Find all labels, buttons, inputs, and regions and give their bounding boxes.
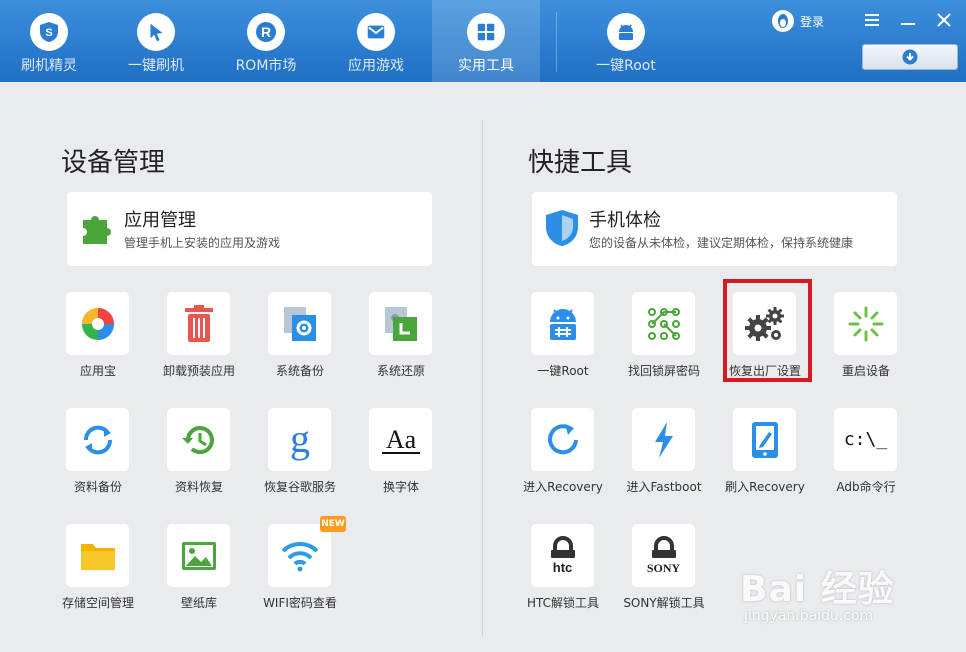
android-icon bbox=[607, 13, 645, 51]
svg-text:R: R bbox=[261, 24, 271, 40]
card-title: 应用管理 bbox=[124, 210, 196, 231]
grid-icon bbox=[467, 13, 505, 51]
shield-s-icon: S bbox=[30, 13, 68, 51]
download-button[interactable] bbox=[862, 44, 958, 70]
terminal-icon: c:\_ bbox=[834, 408, 897, 471]
tool-data-restore[interactable]: 资料恢复 bbox=[149, 408, 249, 508]
tool-recover-lock-password[interactable]: 找回锁屏密码 bbox=[614, 292, 714, 392]
tab-label: 一键刷机 bbox=[128, 58, 184, 74]
trash-icon bbox=[167, 292, 230, 355]
tool-one-click-root[interactable]: 一键Root bbox=[513, 292, 613, 392]
tab-one-click-flash[interactable]: 一键刷机 bbox=[106, 0, 206, 82]
puzzle-icon bbox=[77, 208, 117, 248]
pattern-lock-icon bbox=[632, 292, 695, 355]
tool-label: WIFI密码查看 bbox=[263, 596, 337, 610]
tool-wallpaper-library[interactable]: 壁纸库 bbox=[149, 524, 249, 624]
tab-shuaji-jingling[interactable]: S 刷机精灵 bbox=[0, 0, 98, 82]
tool-enter-recovery[interactable]: 进入Recovery bbox=[513, 408, 613, 508]
terminal-text: c:\_ bbox=[843, 429, 888, 450]
tool-system-backup[interactable]: 系统备份 bbox=[250, 292, 350, 392]
tab-one-click-root[interactable]: 一键Root bbox=[572, 0, 680, 82]
section-divider bbox=[482, 120, 483, 636]
tool-adb-command-line[interactable]: c:\_ Adb命令行 bbox=[816, 408, 916, 508]
app-management-card[interactable]: 应用管理 管理手机上安装的应用及游戏 bbox=[67, 192, 432, 266]
tab-divider bbox=[556, 12, 557, 72]
tool-sony-unlock[interactable]: SONY SONY解锁工具 bbox=[614, 524, 714, 624]
tool-wifi-password[interactable]: WIFI密码查看 bbox=[250, 524, 350, 624]
tool-data-backup[interactable]: 资料备份 bbox=[48, 408, 148, 508]
tool-label: 系统还原 bbox=[376, 364, 425, 378]
top-bar: S 刷机精灵 一键刷机 R ROM市场 应用游戏 实用工具 一键Root 登录 bbox=[0, 0, 966, 82]
htc-text: htc bbox=[552, 559, 573, 575]
r-logo-icon: R bbox=[247, 13, 285, 51]
tool-enter-fastboot[interactable]: 进入Fastboot bbox=[614, 408, 714, 508]
tab-rom-market[interactable]: R ROM市场 bbox=[216, 0, 316, 82]
watermark-brand: Bai 经验 bbox=[740, 569, 895, 610]
login-label: 登录 bbox=[800, 14, 825, 29]
tool-flash-recovery[interactable]: 刷入Recovery bbox=[715, 408, 815, 508]
tab-label: 刷机精灵 bbox=[21, 58, 77, 74]
card-title: 手机体检 bbox=[589, 210, 661, 231]
history-icon bbox=[167, 408, 230, 471]
tool-storage-management[interactable]: 存储空间管理 bbox=[48, 524, 148, 624]
baidu-jingyan-watermark: Bai 经验 jingyan.baidu.com bbox=[740, 548, 960, 638]
svg-text:g: g bbox=[290, 418, 310, 461]
tool-label: 换字体 bbox=[382, 480, 419, 494]
tab-label: 实用工具 bbox=[458, 58, 514, 74]
shield-check-icon bbox=[542, 208, 582, 248]
tool-uninstall-preinstalled[interactable]: 卸载预装应用 bbox=[149, 292, 249, 392]
image-icon bbox=[167, 524, 230, 587]
tool-change-font[interactable]: Aa 换字体 bbox=[351, 408, 451, 508]
google-g-icon: g bbox=[268, 408, 331, 471]
lightning-icon bbox=[632, 408, 695, 471]
sync-icon bbox=[66, 408, 129, 471]
minimize-icon[interactable] bbox=[896, 8, 920, 32]
android-root-icon bbox=[531, 292, 594, 355]
tablet-edit-icon bbox=[733, 408, 796, 471]
login-link[interactable]: 登录 bbox=[772, 9, 824, 33]
section-title-device-management: 设备管理 bbox=[61, 148, 166, 178]
tab-utility-tools[interactable]: 实用工具 bbox=[432, 0, 540, 82]
tab-label: 一键Root bbox=[596, 58, 656, 74]
menu-icon[interactable] bbox=[860, 8, 884, 32]
mail-icon bbox=[357, 13, 395, 51]
qq-penguin-icon bbox=[772, 10, 794, 32]
wifi-icon bbox=[268, 524, 331, 587]
sony-text: SONY bbox=[646, 560, 681, 575]
folder-icon bbox=[66, 524, 129, 587]
tab-label: 应用游戏 bbox=[348, 58, 404, 74]
sony-lock-icon: SONY bbox=[632, 524, 695, 587]
htc-lock-icon: htc bbox=[531, 524, 594, 587]
tool-system-restore[interactable]: 系统还原 bbox=[351, 292, 451, 392]
system-backup-icon bbox=[268, 292, 331, 355]
svg-text:S: S bbox=[45, 27, 52, 39]
tab-apps-games[interactable]: 应用游戏 bbox=[326, 0, 426, 82]
tool-restart-device[interactable]: 重启设备 bbox=[816, 292, 916, 392]
watermark-url: jingyan.baidu.com bbox=[744, 608, 874, 624]
new-badge: NEW bbox=[320, 516, 346, 532]
tool-label: Adb命令行 bbox=[836, 480, 896, 494]
recovery-icon bbox=[531, 408, 594, 471]
tool-yingyongbao[interactable]: 应用宝 bbox=[48, 292, 148, 392]
system-restore-icon bbox=[369, 292, 432, 355]
tool-label: 重启设备 bbox=[841, 364, 890, 378]
tool-restore-google-services[interactable]: g 恢复谷歌服务 bbox=[250, 408, 350, 508]
phone-checkup-card[interactable]: 手机体检 您的设备从未体检，建议定期体检，保持系统健康 bbox=[532, 192, 897, 266]
download-icon bbox=[902, 49, 918, 65]
section-title-quick-tools: 快捷工具 bbox=[528, 148, 633, 178]
restart-icon bbox=[834, 292, 897, 355]
card-description: 您的设备从未体检，建议定期体检，保持系统健康 bbox=[589, 236, 854, 250]
svg-text:Aa: Aa bbox=[385, 425, 416, 454]
card-description: 管理手机上安装的应用及游戏 bbox=[124, 236, 281, 250]
font-aa-icon: Aa bbox=[369, 408, 432, 471]
factory-reset-highlight-box bbox=[723, 279, 812, 382]
yingyongbao-icon bbox=[66, 292, 129, 355]
tool-htc-unlock[interactable]: htc HTC解锁工具 bbox=[513, 524, 613, 624]
tab-label: ROM市场 bbox=[235, 58, 297, 74]
tool-label: SONY解锁工具 bbox=[623, 596, 705, 610]
close-icon[interactable] bbox=[932, 8, 956, 32]
cursor-icon bbox=[137, 13, 175, 51]
